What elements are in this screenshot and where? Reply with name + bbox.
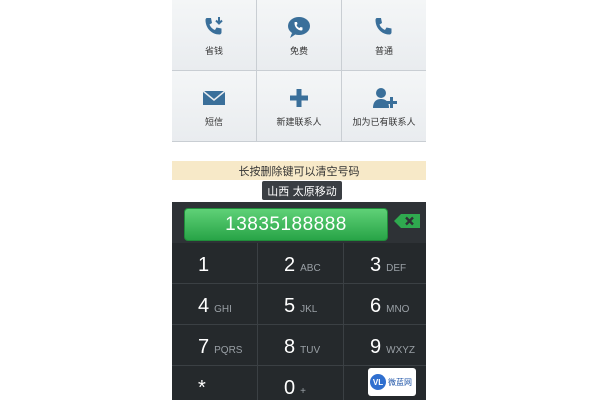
dialed-number-display[interactable]: 13835188888 — [184, 208, 388, 241]
call-action-grid: 省钱 免费 普通 短信 新建联系人 加为已有联系人 — [172, 0, 426, 142]
delete-button[interactable] — [392, 214, 422, 232]
key-digit: 6 — [370, 295, 382, 317]
key-digit: 8 — [284, 336, 296, 358]
key-digit: 7 — [198, 336, 210, 358]
key-9[interactable]: 9 WXYZ — [344, 325, 426, 365]
key-letters: + — [300, 386, 306, 397]
hint-bar: 长按删除键可以清空号码 — [172, 161, 426, 180]
key-8[interactable]: 8 TUV — [258, 325, 343, 365]
key-letters: TUV — [300, 345, 321, 356]
key-star[interactable]: * — [172, 366, 257, 400]
free-call-button[interactable]: 免费 — [257, 0, 341, 70]
backspace-icon — [393, 213, 421, 233]
normal-call-button[interactable]: 普通 — [342, 0, 426, 70]
key-digit: 4 — [198, 295, 210, 317]
phone-save-icon — [201, 14, 227, 40]
envelope-icon — [201, 85, 227, 111]
dialer-screen: 省钱 免费 普通 短信 新建联系人 加为已有联系人 长按删除键可以清空号码 山西… — [172, 0, 426, 400]
key-6[interactable]: 6 MNO — [344, 284, 426, 324]
key-3[interactable]: 3 DEF — [344, 243, 426, 283]
key-digit: * — [198, 377, 206, 399]
key-7[interactable]: 7 PQRS — [172, 325, 257, 365]
plus-icon — [286, 85, 312, 111]
action-label: 省钱 — [204, 46, 223, 57]
key-digit: 5 — [284, 295, 296, 317]
number-location-badge: 山西 太原移动 — [262, 181, 342, 200]
key-1[interactable]: 1 — [172, 243, 257, 283]
watermark-text: 微蓝网 — [388, 377, 412, 387]
key-digit: 0 — [284, 377, 296, 399]
action-label: 新建联系人 — [276, 117, 322, 128]
key-4[interactable]: 4 GHI — [172, 284, 257, 324]
key-letters: DEF — [386, 263, 407, 274]
key-digit: 3 — [370, 254, 382, 276]
phone-icon — [371, 14, 397, 40]
key-digit: 2 — [284, 254, 296, 276]
save-money-call-button[interactable]: 省钱 — [172, 0, 256, 70]
add-to-existing-contact-button[interactable]: 加为已有联系人 — [342, 71, 426, 141]
key-letters: JKL — [300, 304, 318, 315]
key-letters: PQRS — [214, 345, 243, 356]
watermark: VL 微蓝网 — [368, 368, 416, 396]
action-label: 加为已有联系人 — [352, 117, 416, 128]
sms-button[interactable]: 短信 — [172, 71, 256, 141]
chat-phone-icon — [286, 14, 312, 40]
action-label: 免费 — [289, 46, 308, 57]
watermark-logo-icon: VL — [370, 374, 386, 390]
key-letters: WXYZ — [386, 345, 416, 356]
key-letters: GHI — [214, 304, 232, 315]
add-contact-icon — [371, 85, 397, 111]
key-letters: ABC — [300, 263, 321, 274]
new-contact-button[interactable]: 新建联系人 — [257, 71, 341, 141]
key-2[interactable]: 2 ABC — [258, 243, 343, 283]
key-0[interactable]: 0 + — [258, 366, 343, 400]
key-digit: 1 — [198, 254, 210, 276]
dialer-panel: 13835188888 1 2 ABC 3 DEF 4 GHI 5 JKL 6 MNO 7… — [172, 202, 426, 400]
action-label: 普通 — [374, 46, 393, 57]
key-digit: 9 — [370, 336, 382, 358]
key-5[interactable]: 5 JKL — [258, 284, 343, 324]
key-letters: MNO — [386, 304, 410, 315]
action-label: 短信 — [204, 117, 223, 128]
